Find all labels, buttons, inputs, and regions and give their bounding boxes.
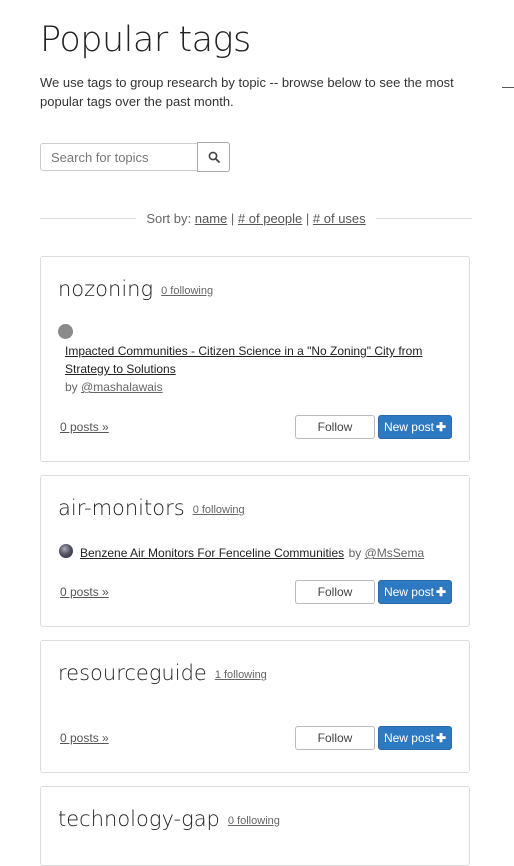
tag-header: technology-gap 0 following [58, 807, 280, 831]
posts-link[interactable]: 0 posts » [60, 420, 109, 434]
sort-separator: | [230, 211, 235, 226]
note-summary: Impacted Communities - Citizen Science i… [65, 342, 455, 396]
tag-name[interactable]: air-monitors [58, 496, 185, 520]
search-input[interactable] [40, 143, 197, 171]
tag-name[interactable]: resourceguide [58, 661, 207, 685]
new-post-button[interactable]: New post ✚ [378, 580, 452, 604]
tag-header: air-monitors 0 following [58, 496, 245, 520]
sort-divider-left [40, 218, 137, 219]
sort-separator: | [305, 211, 310, 226]
tag-card: technology-gap 0 following [40, 786, 470, 866]
tag-card: nozoning 0 following Impacted Communities… [40, 256, 470, 462]
plus-icon: ✚ [435, 420, 447, 434]
tag-name[interactable]: nozoning [58, 277, 153, 301]
author-avatar [58, 324, 73, 339]
following-count-link[interactable]: 1 following [215, 669, 267, 681]
sort-by-uses-link[interactable]: # of uses [313, 211, 366, 226]
author-avatar [59, 544, 73, 558]
note-summary: Benzene Air Monitors For Fenceline Commu… [80, 544, 424, 562]
search-button[interactable] [197, 142, 230, 172]
follow-button[interactable]: Follow [295, 726, 375, 750]
tag-card: air-monitors 0 following Benzene Air Moni… [40, 475, 470, 627]
follow-button[interactable]: Follow [295, 415, 375, 439]
sort-by-people-link[interactable]: # of people [238, 211, 302, 226]
note-title-link[interactable]: Benzene Air Monitors For Fenceline Commu… [80, 546, 344, 560]
following-count-link[interactable]: 0 following [161, 285, 213, 297]
search-icon [208, 151, 220, 163]
page-title: Popular tags [40, 20, 251, 60]
author-link[interactable]: @mashalawais [81, 380, 163, 394]
page-intro: We use tags to group research by topic -… [40, 75, 454, 109]
following-count-link[interactable]: 0 following [228, 815, 280, 827]
follow-button[interactable]: Follow [295, 580, 375, 604]
tag-name[interactable]: technology-gap [58, 807, 220, 831]
divider [502, 87, 514, 88]
sort-by-name-link[interactable]: name [195, 211, 228, 226]
posts-link[interactable]: 0 posts » [60, 585, 109, 599]
plus-icon: ✚ [435, 731, 447, 745]
sort-bar: Sort by: name | # of people | # of uses [40, 211, 472, 226]
tag-header: resourceguide 1 following [58, 661, 267, 685]
note-title-link[interactable]: Impacted Communities - Citizen Science i… [65, 344, 422, 376]
plus-icon: ✚ [435, 585, 447, 599]
sort-divider-right [375, 218, 472, 219]
tag-header: nozoning 0 following [58, 277, 213, 301]
tag-card: resourceguide 1 following 0 posts » Follo… [40, 640, 470, 773]
posts-link[interactable]: 0 posts » [60, 731, 109, 745]
note-byline: by @mashalawais [65, 380, 163, 394]
note-byline: by @MsSema [348, 546, 425, 560]
following-count-link[interactable]: 0 following [193, 504, 245, 516]
sort-options: Sort by: name | # of people | # of uses [136, 211, 375, 226]
author-link[interactable]: @MsSema [365, 546, 425, 560]
search-form [40, 142, 230, 172]
sort-label: Sort by: [146, 211, 192, 226]
new-post-button[interactable]: New post ✚ [378, 415, 452, 439]
new-post-button[interactable]: New post ✚ [378, 726, 452, 750]
